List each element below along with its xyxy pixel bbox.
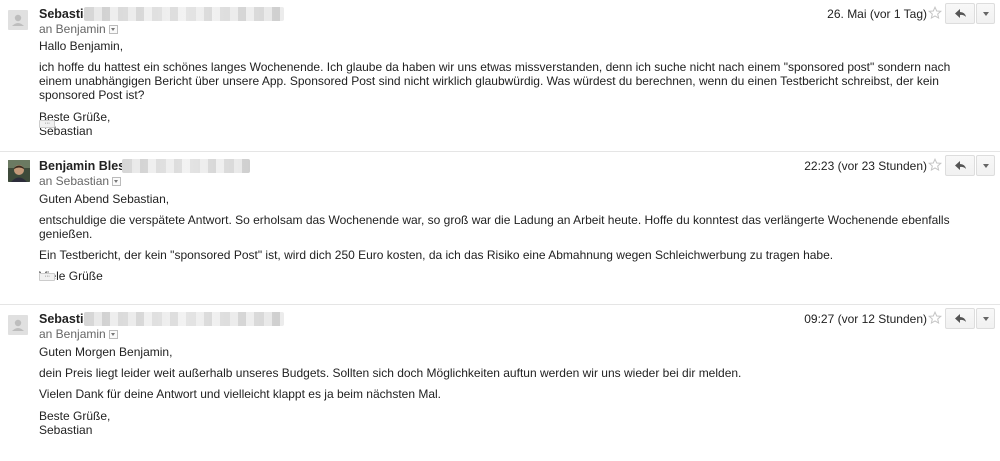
reply-icon <box>955 314 966 323</box>
more-options-button[interactable] <box>976 308 995 329</box>
show-trimmed-content-button[interactable]: ··· <box>39 273 55 281</box>
email-message: Benjamin Blessing an Sebastian 22:23 (vo… <box>0 152 1000 302</box>
body-paragraph: ich hoffe du hattest ein schönes langes … <box>39 60 951 102</box>
message-date: 09:27 (vor 12 Stunden) <box>804 312 927 326</box>
body-paragraph: Hallo Benjamin, <box>39 39 124 53</box>
body-paragraph: Ein Testbericht, der kein "sponsored Pos… <box>39 248 834 262</box>
recipient-label[interactable]: an Sebastian <box>39 174 122 188</box>
show-trimmed-content-button[interactable]: ··· <box>39 120 55 128</box>
reply-icon <box>955 161 966 170</box>
message-body: Guten Morgen Benjamin, dein Preis liegt … <box>39 345 980 437</box>
star-outline-icon[interactable] <box>928 6 942 20</box>
recipient-label[interactable]: an Benjamin <box>39 327 118 341</box>
photo-avatar-icon <box>8 160 30 182</box>
reply-button[interactable] <box>945 3 975 24</box>
body-paragraph: Sebastian <box>39 423 93 437</box>
body-paragraph: entschuldige die verspätete Antwort. So … <box>39 213 950 241</box>
body-paragraph: Beste Grüße, <box>39 409 111 423</box>
message-date: 26. Mai (vor 1 Tag) <box>827 7 927 21</box>
star-outline-icon[interactable] <box>928 158 942 172</box>
message-body: Hallo Benjamin, ich hoffe du hattest ein… <box>39 39 980 138</box>
reply-button[interactable] <box>945 308 975 329</box>
body-paragraph: Sebastian <box>39 124 93 138</box>
more-options-button[interactable] <box>976 155 995 176</box>
message-date: 22:23 (vor 23 Stunden) <box>804 159 927 173</box>
body-paragraph: Guten Morgen Benjamin, <box>39 345 173 359</box>
body-paragraph: Viele Grüße <box>39 269 103 283</box>
reply-icon <box>955 9 966 18</box>
reply-button[interactable] <box>945 155 975 176</box>
default-avatar-icon <box>8 315 28 335</box>
redacted-email-address <box>122 159 250 173</box>
body-paragraph: Vielen Dank für deine Antwort und vielle… <box>39 387 442 401</box>
body-paragraph: Guten Abend Sebastian, <box>39 192 170 206</box>
body-paragraph: dein Preis liegt leider weit außerhalb u… <box>39 366 742 380</box>
redacted-email-address <box>84 7 284 21</box>
star-outline-icon[interactable] <box>928 311 942 325</box>
recipient-details-dropdown-icon[interactable] <box>112 177 122 187</box>
recipient-details-dropdown-icon[interactable] <box>108 25 118 35</box>
body-paragraph: Beste Grüße, <box>39 110 111 124</box>
recipient-details-dropdown-icon[interactable] <box>108 330 118 340</box>
recipient-label[interactable]: an Benjamin <box>39 22 118 36</box>
default-avatar-icon <box>8 10 28 30</box>
more-options-button[interactable] <box>976 3 995 24</box>
redacted-email-address <box>84 312 284 326</box>
email-message: Sebastian an Benjamin 09:27 (vor 12 Stun… <box>0 305 1000 461</box>
email-message: Sebastian an Benjamin 26. Mai (vor 1 Tag… <box>0 0 1000 148</box>
message-body: Guten Abend Sebastian, entschuldige die … <box>39 192 980 283</box>
